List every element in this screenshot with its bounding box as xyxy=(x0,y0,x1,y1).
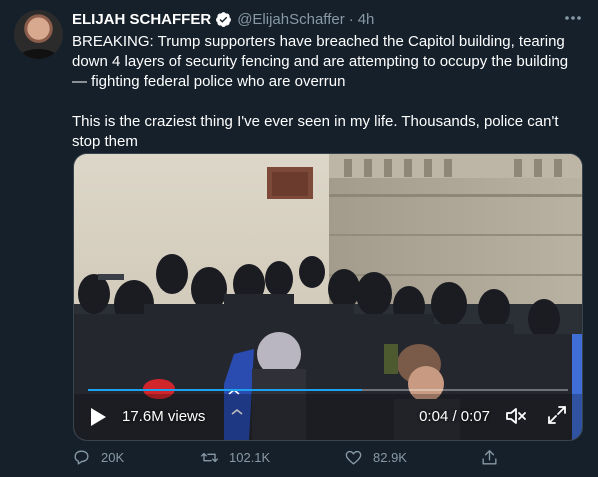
tweet[interactable]: ELIJAH SCHAFFER @ElijahSchaffer · 4h BRE… xyxy=(0,0,598,477)
tweet-text: BREAKING: Trump supporters have breached… xyxy=(72,33,569,150)
more-icon[interactable] xyxy=(562,10,584,26)
like-count: 82.9K xyxy=(373,450,407,465)
share-icon xyxy=(482,450,497,465)
view-count: 17.6M views xyxy=(122,408,206,425)
tweet-header: ELIJAH SCHAFFER @ElijahSchaffer · 4h xyxy=(72,9,374,29)
reply-count: 20K xyxy=(101,450,125,465)
handle[interactable]: @ElijahSchaffer xyxy=(237,11,345,28)
video-progress-bar[interactable] xyxy=(88,389,568,391)
expand-icon[interactable] xyxy=(546,404,568,426)
reply-button[interactable]: 20K xyxy=(72,448,124,467)
volume-icon[interactable] xyxy=(504,404,528,428)
like-button[interactable]: 82.9K xyxy=(344,448,407,467)
avatar[interactable] xyxy=(14,10,63,59)
display-name[interactable]: ELIJAH SCHAFFER xyxy=(72,11,211,28)
video-player[interactable]: 17.6M views 0:04 / 0:07 xyxy=(73,153,583,441)
timestamp[interactable]: 4h xyxy=(358,11,375,28)
separator: · xyxy=(348,10,354,28)
like-icon xyxy=(345,450,362,465)
verified-badge-icon xyxy=(216,11,232,27)
reply-icon xyxy=(74,450,89,465)
share-button[interactable] xyxy=(480,448,509,467)
retweet-count: 102.1K xyxy=(229,450,271,465)
retweet-icon xyxy=(200,452,219,463)
play-icon[interactable] xyxy=(88,406,108,428)
video-controls: 17.6M views 0:04 / 0:07 xyxy=(74,394,582,440)
retweet-button[interactable]: 102.1K xyxy=(200,448,270,467)
video-progress-fill xyxy=(88,389,362,391)
video-timecode: 0:04 / 0:07 xyxy=(419,408,490,425)
tweet-actions: 20K 102.1K 82.9K xyxy=(72,448,522,472)
